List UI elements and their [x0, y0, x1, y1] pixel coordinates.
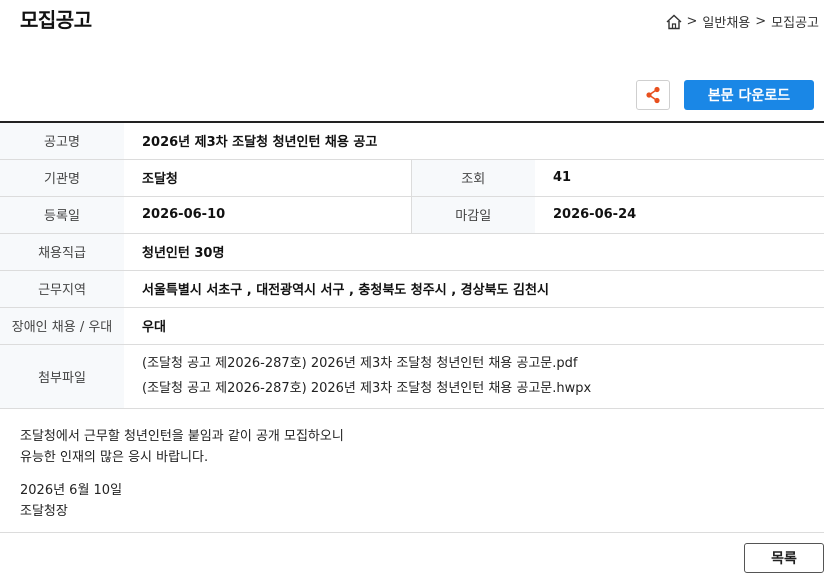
notice-body: 조달청에서 근무할 청년인턴을 붙임과 같이 공개 모집하오니 유능한 인재의 …	[20, 426, 344, 522]
attachments-label: 첨부파일	[0, 344, 124, 408]
table-row: 첨부파일 (조달청 공고 제2026-287호) 2026년 제3차 조달청 청…	[0, 344, 824, 408]
list-button[interactable]: 목록	[744, 543, 824, 573]
share-button[interactable]	[636, 80, 670, 110]
body-signature: 조달청장	[20, 504, 68, 519]
position-value: 청년인턴 30명	[142, 246, 225, 261]
table-row: 근무지역 서울특별시 서초구 , 대전광역시 서구 , 충청북도 청주시 , 경…	[0, 270, 824, 307]
table-row: 채용직급 청년인턴 30명	[0, 233, 824, 270]
attachments-list: (조달청 공고 제2026-287호) 2026년 제3차 조달청 청년인턴 채…	[124, 344, 824, 408]
registration-date-label: 등록일	[0, 196, 124, 233]
breadcrumb-item-recruitment[interactable]: 모집공고	[771, 12, 819, 31]
divider	[0, 532, 824, 533]
work-region-value: 서울특별시 서초구 , 대전광역시 서구 , 충청북도 청주시 , 경상북도 김…	[142, 283, 549, 298]
agency-label: 기관명	[0, 159, 124, 196]
home-icon[interactable]	[665, 13, 683, 31]
page-title: 모집공고	[20, 8, 92, 32]
notice-info-table: 공고명 2026년 제3차 조달청 청년인턴 채용 공고 기관명 조달청 조회 …	[0, 121, 824, 409]
title-label: 공고명	[0, 122, 124, 159]
deadline-label: 마감일	[410, 196, 535, 233]
deadline-value: 2026-06-24	[553, 207, 637, 222]
breadcrumb-item-general-hiring[interactable]: 일반채용	[702, 12, 750, 31]
download-body-button[interactable]: 본문 다운로드	[684, 80, 814, 110]
views-label: 조회	[410, 159, 535, 196]
disabled-hiring-label: 장애인 채용 / 우대	[0, 307, 124, 344]
body-line: 유능한 인재의 많은 응시 바랍니다.	[20, 450, 209, 465]
table-row: 기관명 조달청 조회 41	[0, 159, 824, 196]
views-value: 41	[553, 170, 572, 185]
breadcrumb: > 일반채용 > 모집공고	[665, 12, 824, 31]
table-row: 공고명 2026년 제3차 조달청 청년인턴 채용 공고	[0, 122, 824, 159]
table-row: 장애인 채용 / 우대 우대	[0, 307, 824, 344]
body-date: 2026년 6월 10일	[20, 483, 123, 498]
breadcrumb-separator: >	[755, 14, 767, 29]
body-line: 조달청에서 근무할 청년인턴을 붙임과 같이 공개 모집하오니	[20, 429, 344, 444]
work-region-label: 근무지역	[0, 270, 124, 307]
disabled-hiring-value: 우대	[142, 320, 166, 335]
attachment-link-hwpx[interactable]: (조달청 공고 제2026-287호) 2026년 제3차 조달청 청년인턴 채…	[142, 376, 823, 401]
attachment-link-pdf[interactable]: (조달청 공고 제2026-287호) 2026년 제3차 조달청 청년인턴 채…	[142, 351, 823, 376]
position-label: 채용직급	[0, 233, 124, 270]
registration-date-value: 2026-06-10	[142, 207, 226, 222]
agency-value: 조달청	[142, 172, 178, 187]
breadcrumb-separator: >	[686, 14, 698, 29]
table-row: 등록일 2026-06-10 마감일 2026-06-24	[0, 196, 824, 233]
share-icon	[646, 86, 660, 104]
title-value: 2026년 제3차 조달청 청년인턴 채용 공고	[142, 135, 378, 151]
